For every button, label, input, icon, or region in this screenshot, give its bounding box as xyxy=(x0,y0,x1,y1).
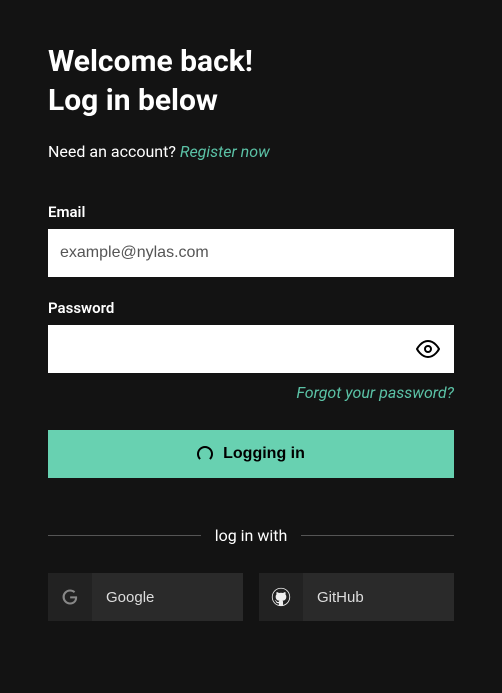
google-icon xyxy=(61,588,79,606)
divider-label: log in with xyxy=(201,526,302,545)
password-label: Password xyxy=(48,299,454,317)
login-button-label: Logging in xyxy=(223,445,305,463)
divider-line-right xyxy=(301,535,454,536)
divider-line-left xyxy=(48,535,201,536)
register-text: Need an account? xyxy=(48,142,180,161)
password-field[interactable] xyxy=(48,325,454,373)
email-field-group: Email xyxy=(48,203,454,277)
eye-icon xyxy=(416,337,440,361)
title-line-1: Welcome back! xyxy=(48,44,253,79)
password-field-group: Password xyxy=(48,299,454,373)
google-login-button[interactable]: Google xyxy=(48,573,243,621)
forgot-password-row: Forgot your password? xyxy=(48,383,454,402)
social-login-row: Google GitHub xyxy=(48,573,454,621)
github-icon xyxy=(271,587,291,607)
google-icon-box xyxy=(48,573,92,621)
github-login-button[interactable]: GitHub xyxy=(259,573,454,621)
social-divider: log in with xyxy=(48,526,454,545)
email-label: Email xyxy=(48,203,454,221)
register-link[interactable]: Register now xyxy=(180,142,270,161)
page-title: Welcome back! Log in below xyxy=(48,42,454,120)
spinner-icon xyxy=(197,446,213,462)
login-button[interactable]: Logging in xyxy=(48,430,454,478)
email-field[interactable] xyxy=(48,229,454,277)
title-line-2: Log in below xyxy=(48,83,218,118)
forgot-password-link[interactable]: Forgot your password? xyxy=(296,383,454,402)
toggle-password-visibility-button[interactable] xyxy=(412,333,444,365)
github-icon-box xyxy=(259,573,303,621)
github-label: GitHub xyxy=(303,589,364,606)
register-prompt: Need an account? Register now xyxy=(48,142,454,161)
google-label: Google xyxy=(92,589,154,606)
